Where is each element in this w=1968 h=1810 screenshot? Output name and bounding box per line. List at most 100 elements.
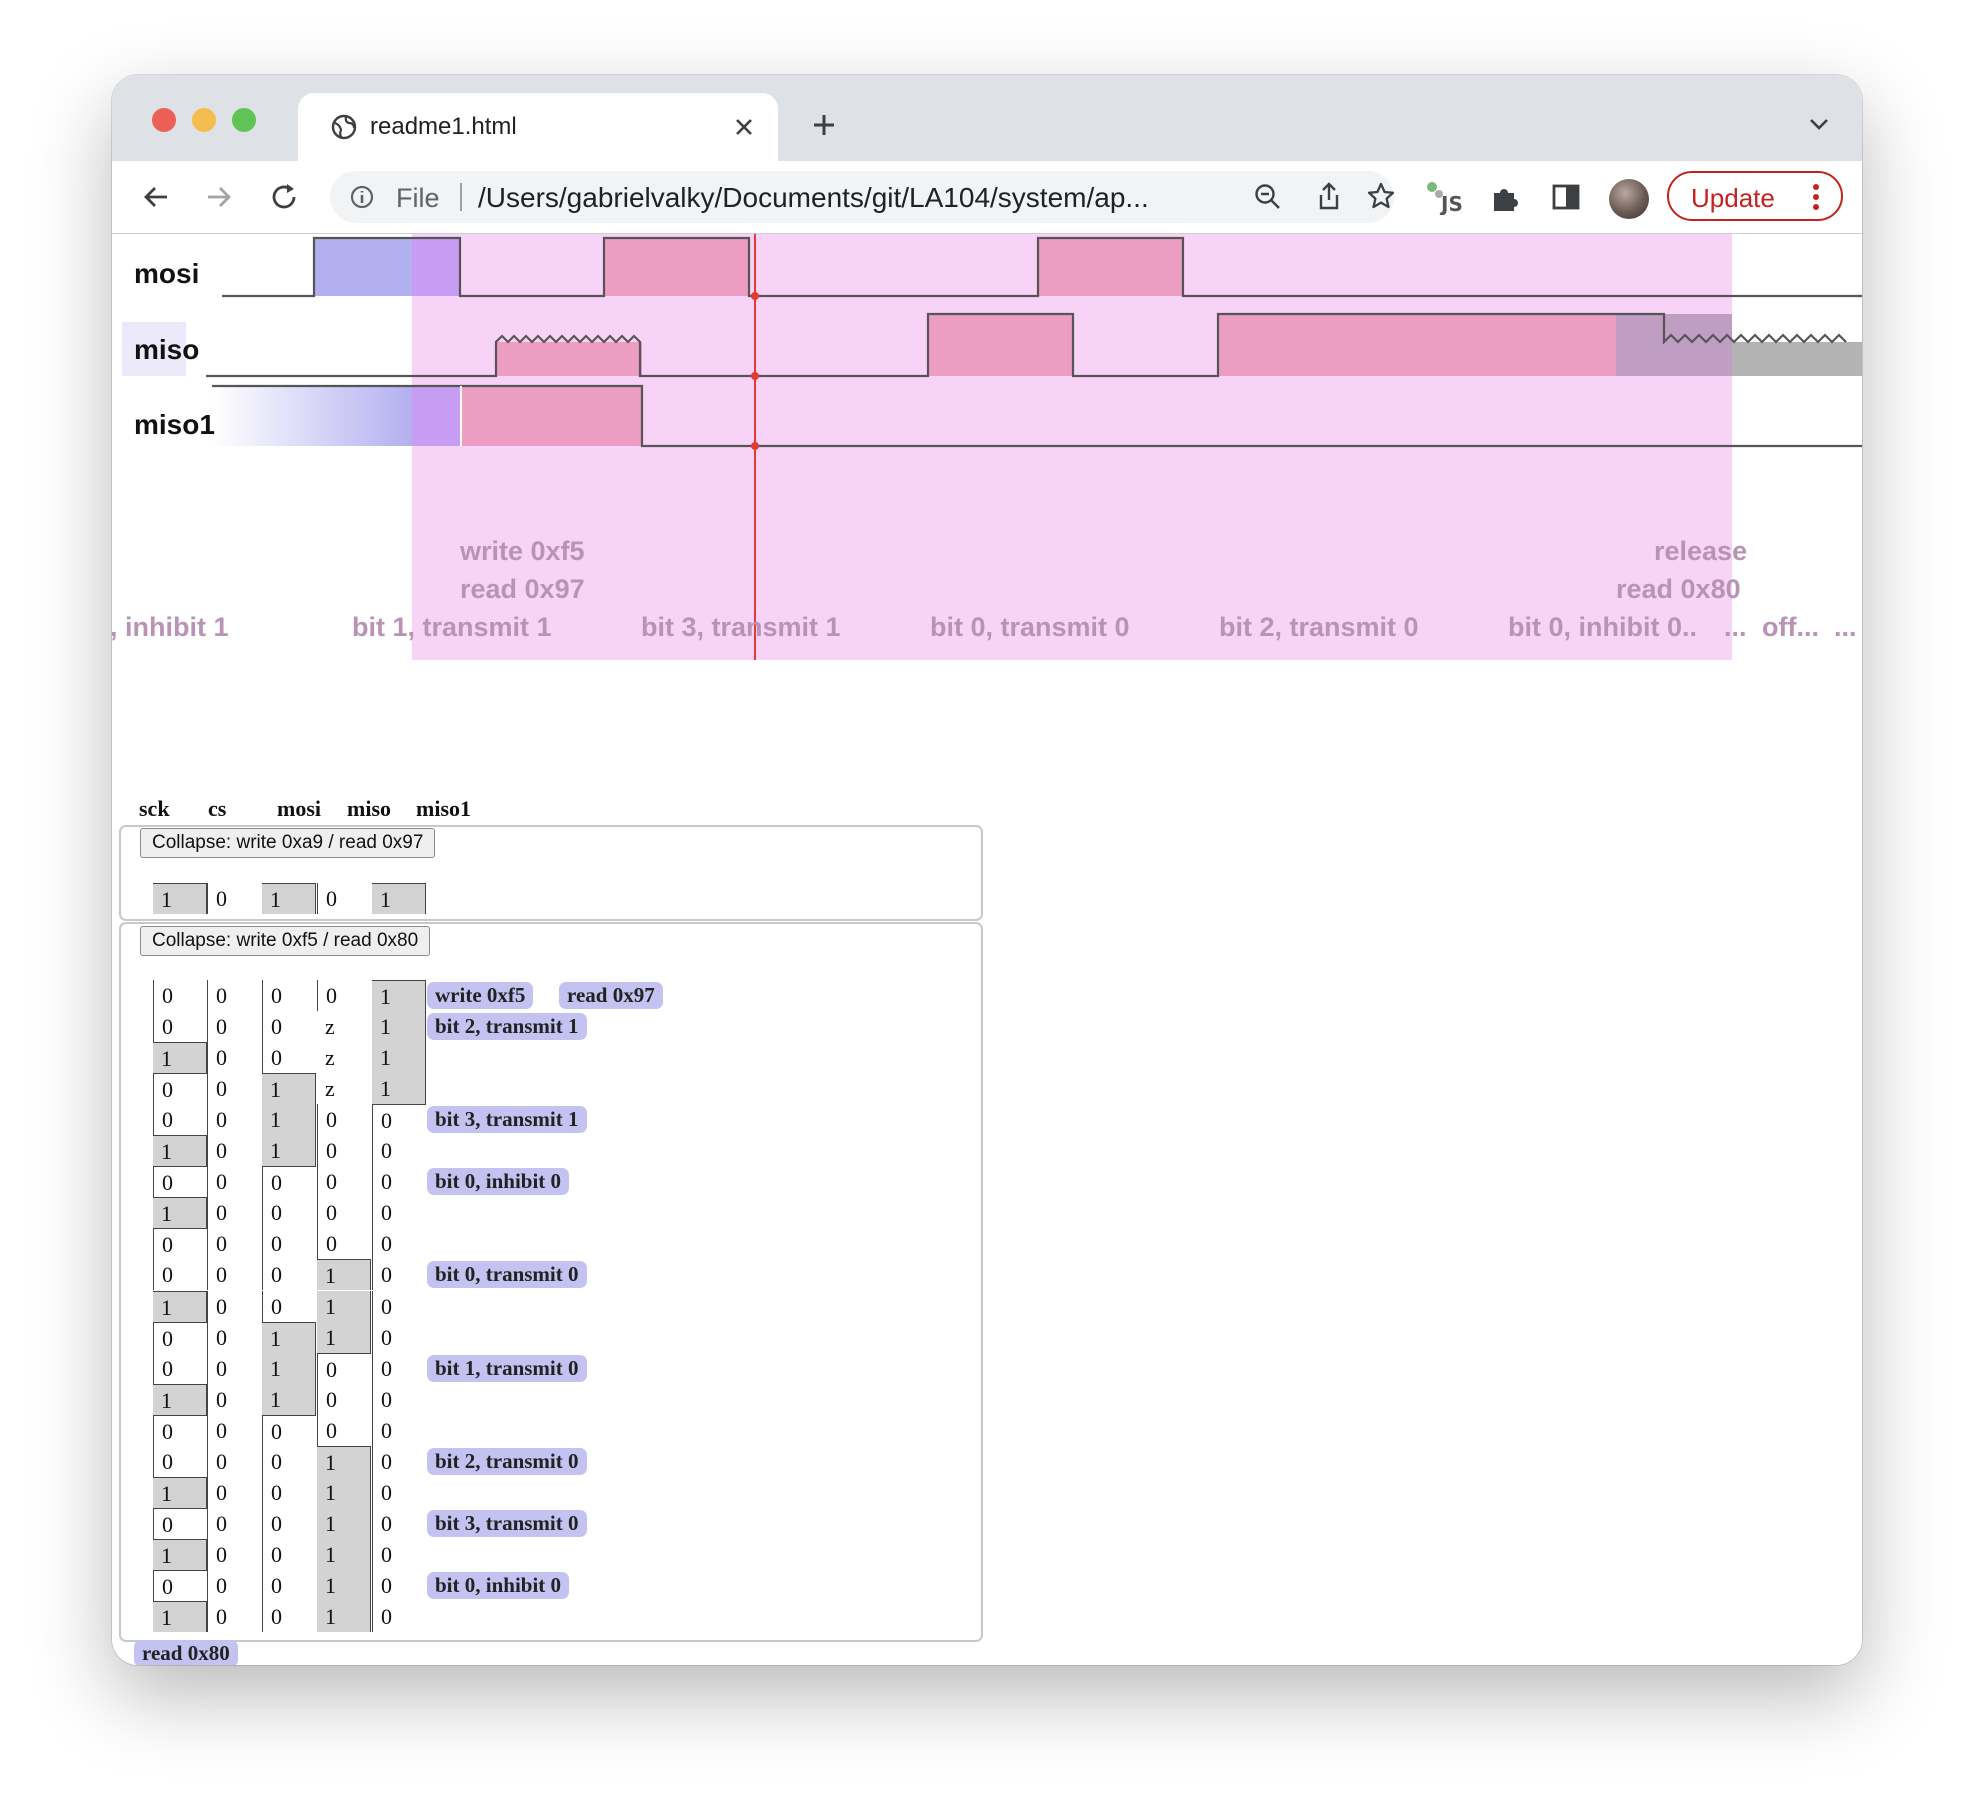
cell-mosi: 1 xyxy=(262,1321,316,1353)
page-content: mosi miso miso1 write 0xf5 release read … xyxy=(112,234,1862,1665)
collapse-button[interactable]: Collapse: write 0xf5 / read 0x80 xyxy=(140,926,431,956)
cell-miso: z xyxy=(325,1045,335,1071)
cell-miso: 1 xyxy=(317,1259,371,1291)
column-header-sck: sck xyxy=(139,796,170,821)
cell-cs: 0 xyxy=(207,1259,261,1291)
info-icon[interactable] xyxy=(350,185,374,209)
signal-label-miso1: miso1 xyxy=(134,409,215,440)
cell-miso1: 0 xyxy=(372,1352,426,1384)
cell-miso: 0 xyxy=(317,980,371,1011)
chevron-down-icon[interactable] xyxy=(1809,117,1829,131)
waveform-viewer[interactable]: mosi miso miso1 write 0xf5 release read … xyxy=(112,234,1862,734)
cell-cs: 0 xyxy=(207,1073,261,1105)
miso1-pulse xyxy=(460,386,642,446)
cell-miso1: 0 xyxy=(372,1104,426,1136)
signal-label-mosi: mosi xyxy=(134,258,200,289)
annotation-tag: bit 1, transmit 0 xyxy=(427,1354,587,1382)
cell-cs: 0 xyxy=(207,1104,261,1136)
address-bar[interactable]: File /Users/gabrielvalky/Documents/git/L… xyxy=(330,171,1396,223)
cell-mosi: 0 xyxy=(262,1259,316,1291)
cell-sck: 0 xyxy=(153,1073,207,1105)
tab-strip: readme1.html xyxy=(112,75,1862,161)
side-panel-icon[interactable] xyxy=(1552,183,1580,211)
cell-mosi: 0 xyxy=(262,1538,316,1570)
cell-sck: 1 xyxy=(153,1042,207,1074)
cell-miso: 0 xyxy=(317,1166,371,1198)
waveform-annotation: , inhibit 1 xyxy=(112,612,229,642)
cell-cs: 0 xyxy=(207,1228,261,1260)
cell-miso1: 0 xyxy=(372,1569,426,1601)
browser-toolbar: File /Users/gabrielvalky/Documents/git/L… xyxy=(112,161,1862,234)
waveform-annotation: bit 2, transmit 0 xyxy=(1219,612,1419,642)
cell-cs: 0 xyxy=(207,1135,261,1167)
cell-cs: 0 xyxy=(207,1414,261,1446)
annotation-tag: bit 3, transmit 0 xyxy=(427,1509,587,1537)
waveform-annotation: off... xyxy=(1762,612,1819,642)
cell-cs: 0 xyxy=(207,1352,261,1384)
cell-miso: 0 xyxy=(317,1197,371,1229)
cell-cs: 0 xyxy=(207,1476,261,1508)
cell-sck: 0 xyxy=(153,1414,207,1446)
cell-sck: 1 xyxy=(153,1197,207,1229)
reload-icon[interactable] xyxy=(269,182,299,212)
cell-miso1: 0 xyxy=(372,1321,426,1353)
annotation-tag: bit 2, transmit 0 xyxy=(427,1447,587,1475)
waveform-canvas[interactable] xyxy=(112,234,1862,734)
mosi-pulse xyxy=(412,238,460,296)
cell-mosi: 1 xyxy=(262,883,316,914)
close-window-button[interactable] xyxy=(152,108,176,132)
forward-arrow-icon[interactable] xyxy=(205,183,233,211)
cell-cs: 0 xyxy=(207,1290,261,1322)
cell-mosi: 0 xyxy=(262,1476,316,1508)
cell-miso1: 0 xyxy=(372,1290,426,1322)
cell-miso: 1 xyxy=(317,1538,371,1570)
bookmark-star-icon[interactable] xyxy=(1366,181,1396,211)
share-icon[interactable] xyxy=(1316,181,1342,211)
js-extension-icon[interactable]: JS xyxy=(1424,179,1464,215)
extensions-puzzle-icon[interactable] xyxy=(1490,181,1522,213)
tab-readme[interactable]: readme1.html xyxy=(298,93,778,161)
url-text[interactable]: /Users/gabrielvalky/Documents/git/LA104/… xyxy=(478,182,1149,214)
cell-cs: 0 xyxy=(207,1197,261,1229)
back-arrow-icon[interactable] xyxy=(142,183,170,211)
cell-miso: 1 xyxy=(317,1507,371,1539)
annotation-tag: bit 0, inhibit 0 xyxy=(427,1571,570,1599)
cursor-marker xyxy=(751,292,759,300)
cell-sck: 0 xyxy=(153,1259,207,1291)
more-menu-icon[interactable] xyxy=(1812,183,1820,211)
cell-miso1: 0 xyxy=(372,1538,426,1570)
waveform-annotation: ... xyxy=(1834,612,1857,642)
cell-mosi: 0 xyxy=(262,980,316,1011)
cell-cs: 0 xyxy=(207,1042,261,1074)
cell-miso: z xyxy=(325,1076,335,1102)
zoom-window-button[interactable] xyxy=(232,108,256,132)
cell-cs: 0 xyxy=(207,1321,261,1353)
cell-sck: 0 xyxy=(153,1507,207,1539)
miso-hiz xyxy=(496,342,642,376)
annotation-tag: bit 3, transmit 1 xyxy=(427,1106,587,1134)
cell-miso1: 0 xyxy=(372,1259,426,1291)
avatar[interactable] xyxy=(1609,179,1649,219)
cell-miso: 1 xyxy=(317,1445,371,1477)
cell-miso1: 1 xyxy=(372,883,426,914)
cell-mosi: 1 xyxy=(262,1383,316,1415)
cell-cs: 0 xyxy=(207,1383,261,1415)
cell-miso1: 0 xyxy=(372,1414,426,1446)
collapse-button[interactable]: Collapse: write 0xa9 / read 0x97 xyxy=(140,828,436,858)
cell-mosi: 0 xyxy=(262,1228,316,1260)
new-tab-icon[interactable] xyxy=(812,113,836,137)
cell-miso1: 0 xyxy=(372,1445,426,1477)
miso1-pulse-pre xyxy=(212,386,412,446)
waveform-annotation: bit 3, transmit 1 xyxy=(641,612,841,642)
zoom-icon[interactable] xyxy=(1254,183,1282,211)
cell-sck: 0 xyxy=(153,1321,207,1353)
update-button[interactable]: Update xyxy=(1667,171,1843,221)
cell-cs: 0 xyxy=(207,1569,261,1601)
cell-miso: 1 xyxy=(317,1321,371,1353)
minimize-window-button[interactable] xyxy=(192,108,216,132)
cell-miso1: 1 xyxy=(372,1011,426,1043)
cell-mosi: 0 xyxy=(262,1414,316,1446)
close-tab-icon[interactable] xyxy=(734,117,754,137)
cell-miso: 1 xyxy=(317,1601,371,1632)
annotation-tag: read 0x80 xyxy=(134,1640,238,1665)
